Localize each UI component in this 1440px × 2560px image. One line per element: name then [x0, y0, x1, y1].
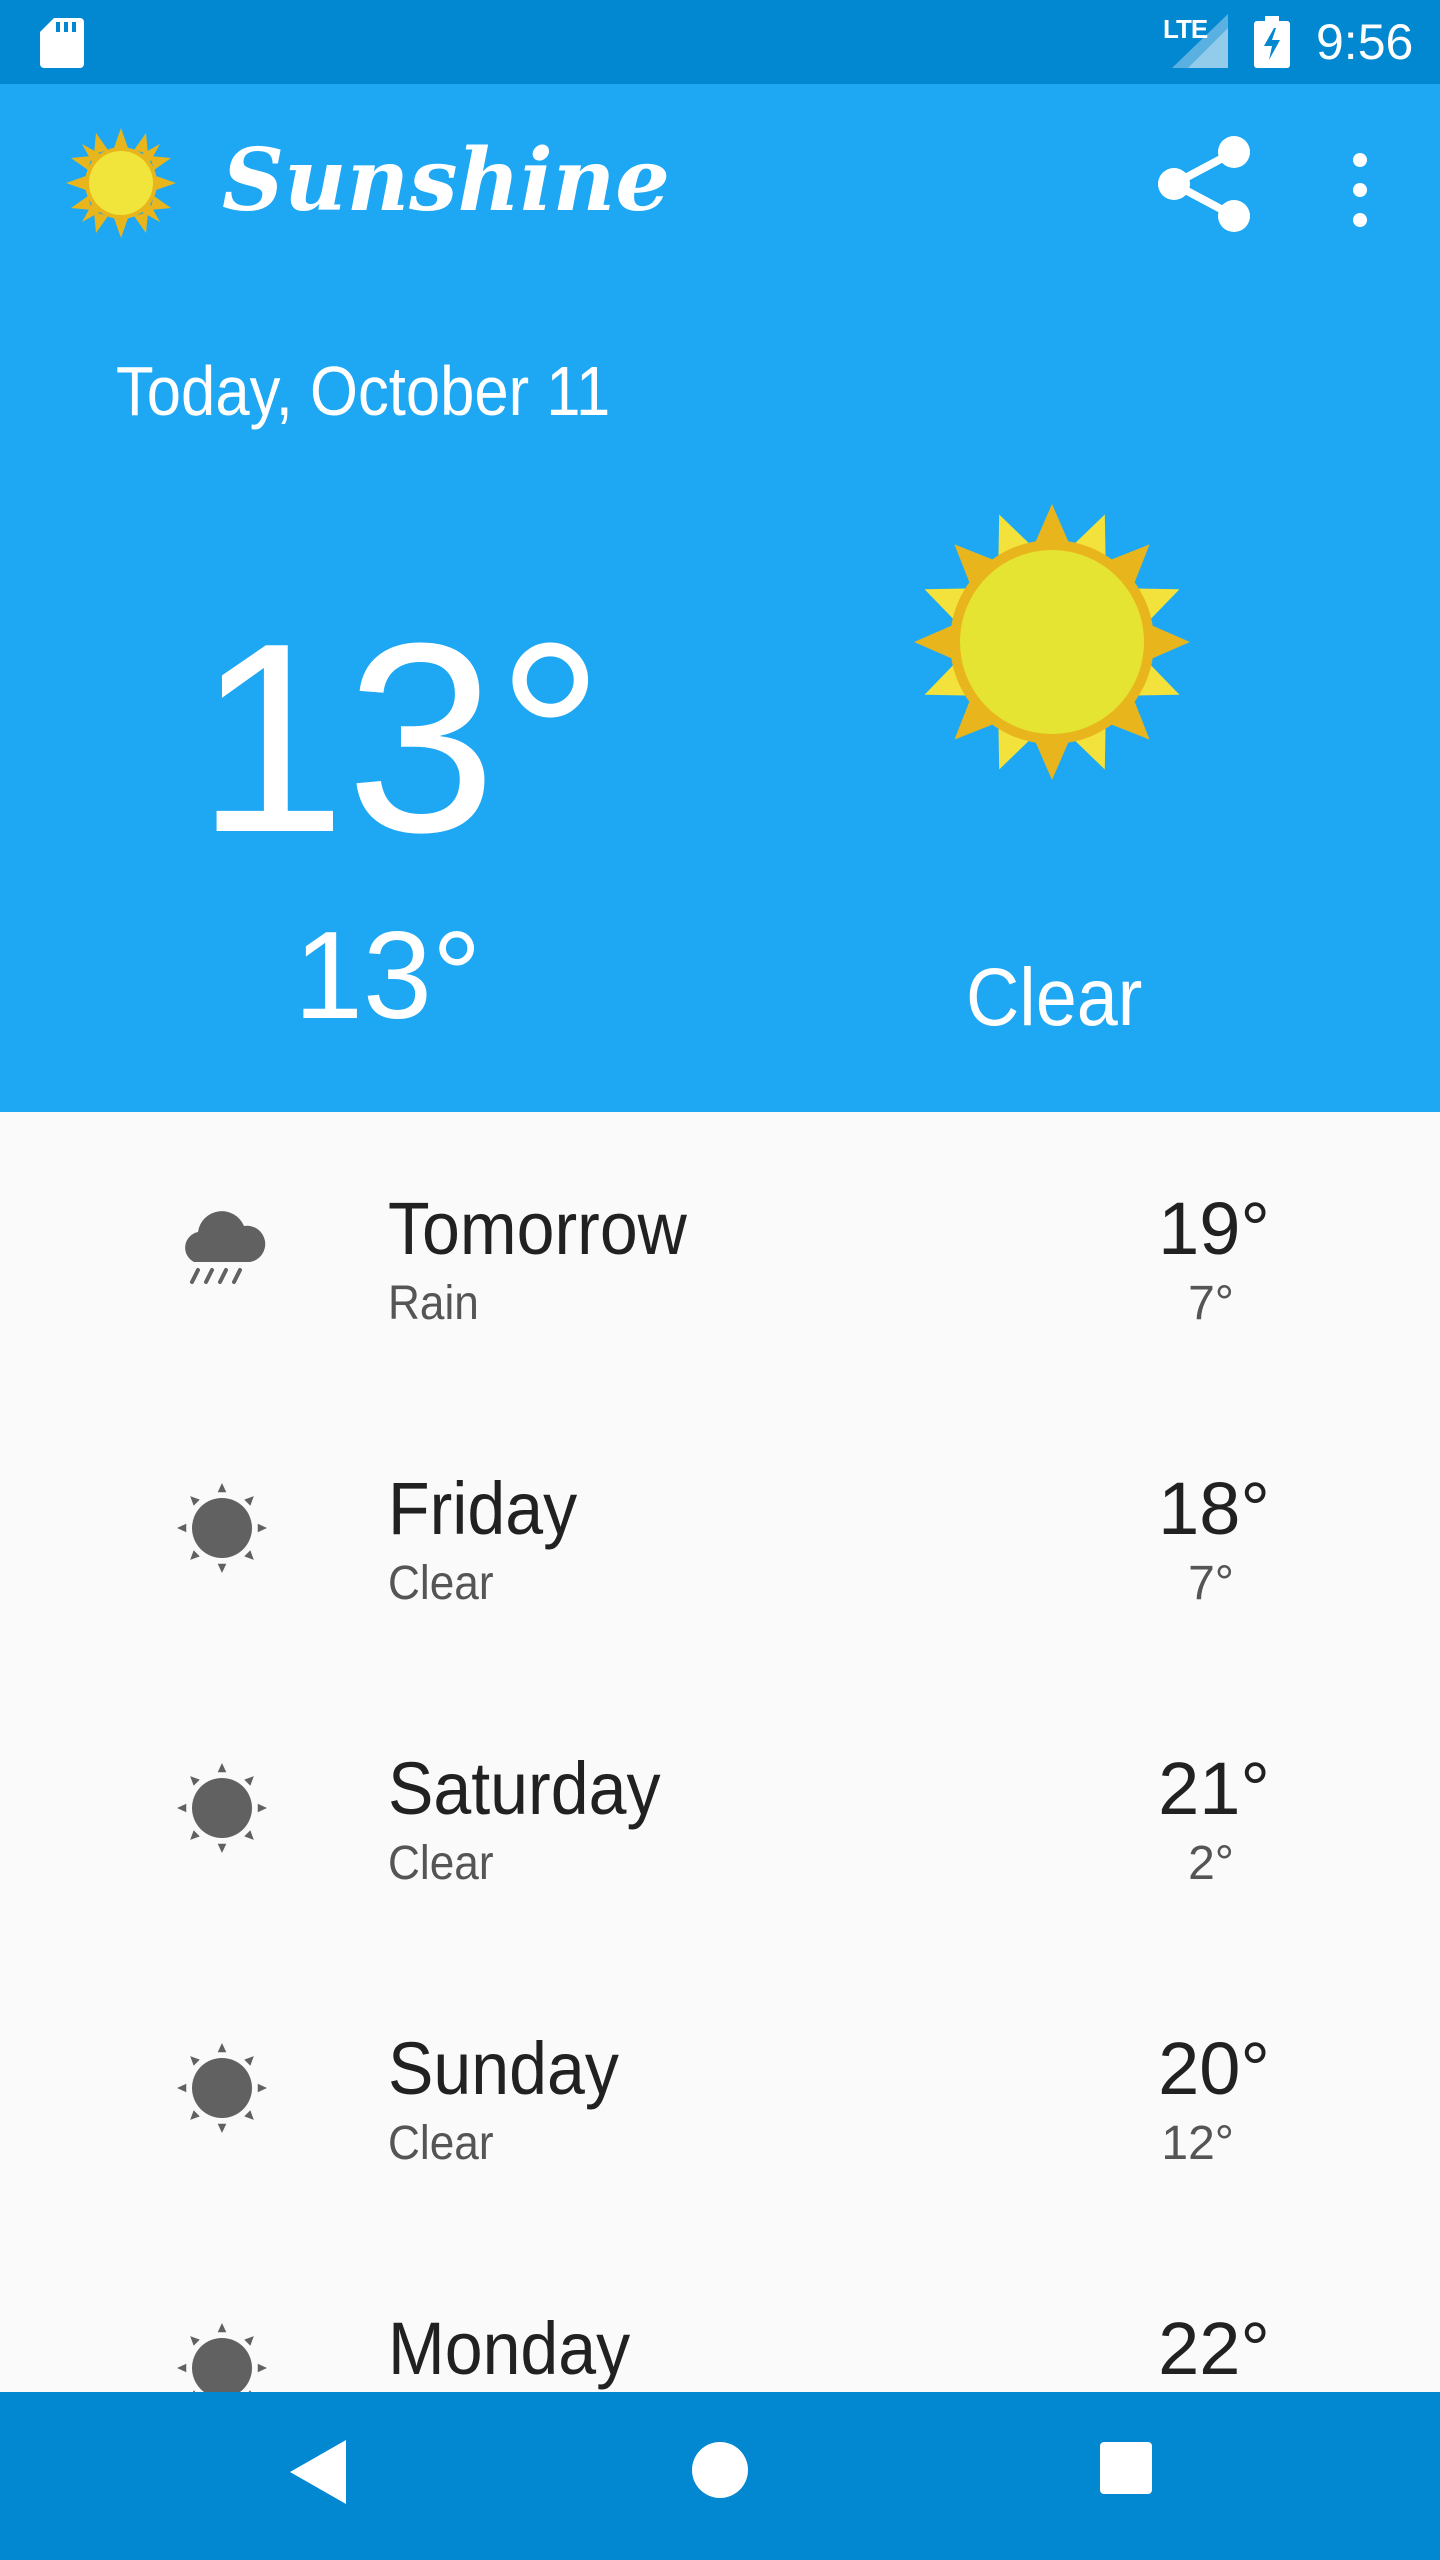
- sun-logo-icon: [66, 128, 176, 238]
- rain-icon: [185, 1211, 266, 1284]
- forecast-list[interactable]: Tomorrow Rain 19° 7° Friday Clear 18° 7°…: [0, 1112, 1440, 2392]
- forecast-description: Rain: [388, 1277, 479, 1330]
- today-description: Clear: [966, 952, 1143, 1043]
- clear-icon: [177, 1763, 267, 1853]
- forecast-row-friday[interactable]: Friday Clear 18° 7°: [0, 1392, 1440, 1672]
- status-bar: LTE 9:56: [0, 0, 1440, 84]
- forecast-row-sunday[interactable]: Sunday Clear 20° 12°: [0, 1952, 1440, 2232]
- clear-icon: [177, 1483, 267, 1573]
- forecast-day: Monday: [388, 2307, 631, 2390]
- forecast-day: Tomorrow: [388, 1187, 687, 1270]
- forecast-high-temp: 20°: [1158, 2027, 1270, 2110]
- forecast-low-temp: 7°: [1188, 1277, 1234, 1330]
- today-date: Today, October 11: [116, 352, 611, 430]
- signal-icon: [1172, 14, 1228, 68]
- forecast-day: Sunday: [388, 2027, 619, 2110]
- forecast-row-monday[interactable]: Monday 22°: [0, 2232, 1440, 2392]
- forecast-low-temp: 2°: [1188, 1837, 1234, 1890]
- forecast-low-temp: 12°: [1161, 2117, 1234, 2170]
- forecast-description: Clear: [388, 2117, 494, 2170]
- status-time: 9:56: [1316, 14, 1414, 70]
- forecast-row-tomorrow[interactable]: Tomorrow Rain 19° 7°: [0, 1112, 1440, 1392]
- forecast-high-temp: 22°: [1158, 2307, 1270, 2390]
- forecast-low-temp: 7°: [1188, 1557, 1234, 1610]
- forecast-high-temp: 21°: [1158, 1747, 1270, 1830]
- forecast-day: Saturday: [388, 1747, 661, 1830]
- home-icon[interactable]: [690, 2440, 750, 2500]
- recents-icon[interactable]: [1098, 2440, 1154, 2496]
- navigation-bar: [0, 2392, 1440, 2560]
- forecast-high-temp: 19°: [1158, 1187, 1270, 1270]
- overflow-menu-icon[interactable]: [1340, 146, 1380, 234]
- app-title: Sunshine: [222, 130, 671, 231]
- today-header: Sunshine Today, October 11 13° 13° Clear: [0, 84, 1440, 1112]
- forecast-day: Friday: [388, 1467, 578, 1550]
- battery-charging-icon: [1254, 16, 1290, 68]
- sun-art-icon: [914, 504, 1190, 780]
- today-low-temp: 13°: [294, 907, 482, 1045]
- clear-icon: [177, 2323, 267, 2392]
- share-icon[interactable]: [1156, 134, 1252, 234]
- forecast-description: Clear: [388, 1557, 494, 1610]
- forecast-high-temp: 18°: [1158, 1467, 1270, 1550]
- forecast-description: Clear: [388, 1837, 494, 1890]
- back-icon[interactable]: [286, 2436, 350, 2508]
- today-high-temp: 13°: [196, 588, 605, 889]
- forecast-row-saturday[interactable]: Saturday Clear 21° 2°: [0, 1672, 1440, 1952]
- clear-icon: [177, 2043, 267, 2133]
- sd-card-icon: [40, 18, 84, 68]
